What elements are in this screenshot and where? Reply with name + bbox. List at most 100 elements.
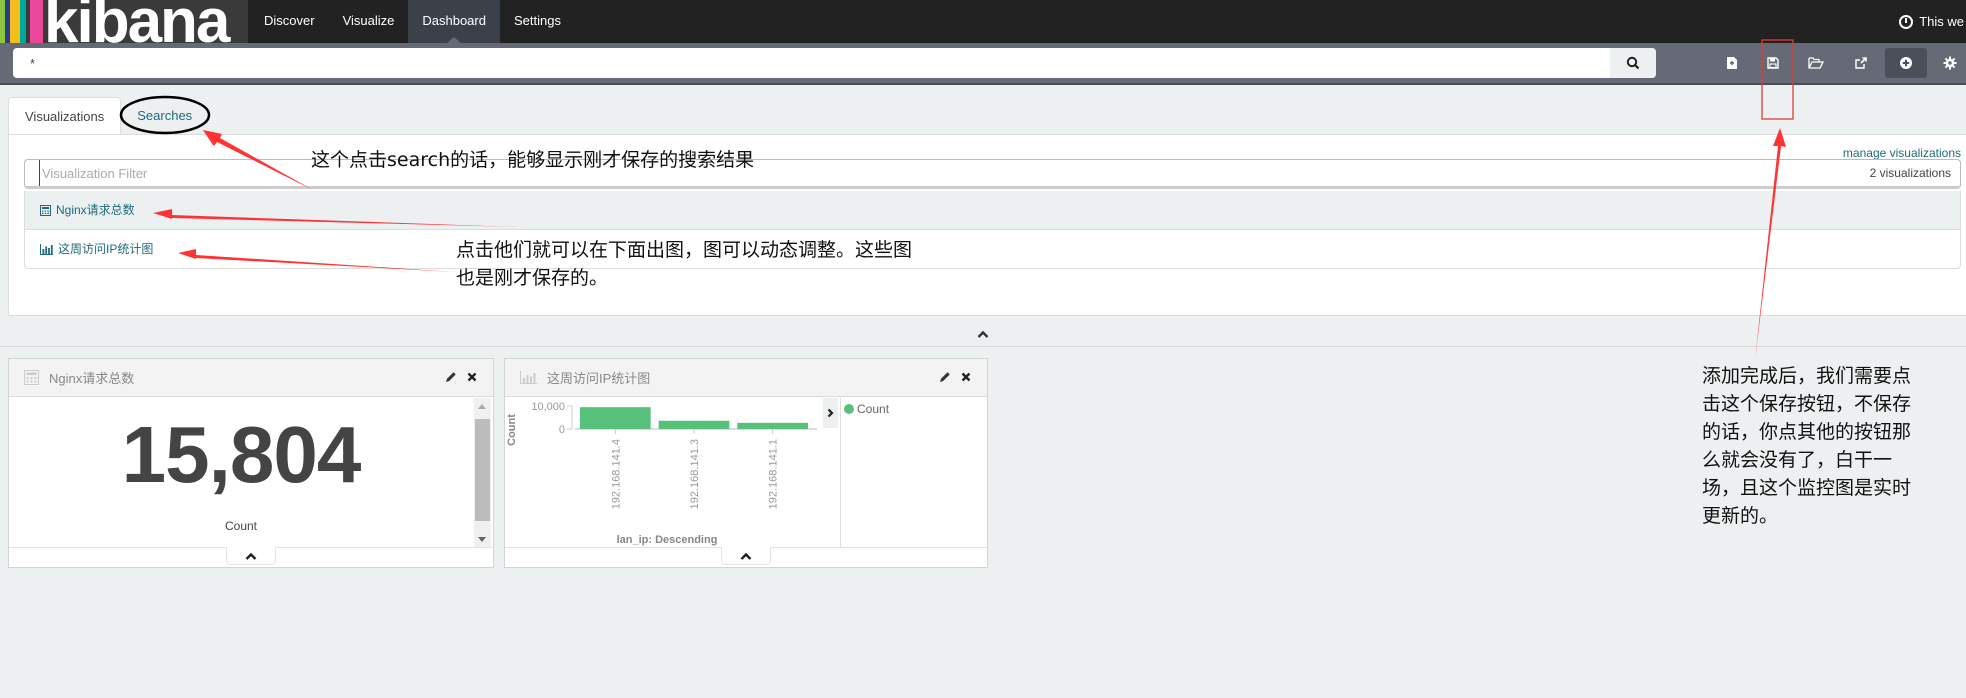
external-link-icon	[1855, 57, 1867, 69]
manage-visualizations-link[interactable]: manage visualizations	[1843, 146, 1961, 160]
expand-panel-button[interactable]	[226, 547, 276, 565]
y-axis: 0 10,000	[531, 401, 573, 436]
nav-discover[interactable]: Discover	[250, 0, 329, 43]
list-item-label: Nginx请求总数	[56, 202, 135, 217]
timepicker-label: This we	[1919, 14, 1964, 29]
nav-settings[interactable]: Settings	[500, 0, 575, 43]
expand-panel-button[interactable]	[721, 547, 771, 565]
calculator-icon	[40, 204, 51, 216]
top-nav: kibana Discover Visualize Dashboard Sett…	[0, 0, 1966, 43]
query-input[interactable]	[13, 48, 1651, 78]
folder-open-icon	[1808, 57, 1824, 69]
bar	[737, 422, 808, 429]
x-axis: 192.168.141.4 192.168.141.3 192.168.141.1	[575, 428, 817, 509]
bar-series	[580, 407, 808, 429]
collapse-picker-button[interactable]	[0, 322, 1966, 347]
annotation-line: 的话，你点其他的按钮那	[1702, 421, 1912, 443]
x-tick-label: 192.168.141.1	[768, 439, 780, 509]
bar-chart-icon	[40, 243, 53, 255]
x-axis-label: lan_ip: Descending	[617, 534, 718, 546]
main-nav: Discover Visualize Dashboard Settings	[250, 0, 575, 43]
bar	[580, 407, 651, 429]
annotation-save-note: 添加完成后，我们需要点 击这个保存按钮，不保存 的话，你点其他的按钮那 么就会没…	[1702, 362, 1962, 530]
list-item[interactable]: 这周访问IP统计图	[24, 230, 1961, 269]
annotation-line: 场，且这个监控图是实时	[1702, 477, 1912, 499]
metric-value: 15,804	[121, 410, 362, 499]
share-dashboard-button[interactable]	[1843, 48, 1879, 78]
annotation-line: 击这个保存按钮，不保存	[1702, 393, 1912, 415]
scroll-up-icon[interactable]	[478, 404, 486, 409]
clock-icon	[1899, 14, 1914, 29]
panel-scrollbar[interactable]	[474, 398, 491, 548]
tab-searches[interactable]: Searches	[121, 97, 208, 135]
panel-title: Nginx请求总数	[49, 371, 135, 386]
search-button[interactable]	[1610, 48, 1656, 78]
logo-wordmark: kibana	[44, 0, 230, 43]
pencil-icon[interactable]	[445, 371, 457, 383]
y-axis-label: Count	[506, 414, 518, 446]
visualization-list: Nginx请求总数 这周访问IP统计图	[24, 191, 1961, 269]
chevron-right-icon	[827, 408, 834, 418]
panel-title: 这周访问IP统计图	[547, 371, 651, 386]
annotation-line: 么就会没有了，白干一	[1702, 449, 1893, 471]
legend-item[interactable]: Count	[844, 402, 985, 416]
close-icon[interactable]	[961, 372, 971, 382]
chart-legend: Count	[840, 398, 988, 548]
y-tick-label: 0	[559, 424, 565, 436]
visualization-filter-input[interactable]	[39, 160, 1739, 186]
nav-dashboard[interactable]: Dashboard	[408, 0, 500, 43]
visualization-count: 2 visualizations	[1869, 166, 1951, 180]
tab-visualizations[interactable]: Visualizations	[8, 97, 122, 135]
plus-circle-icon	[1900, 57, 1912, 69]
y-tick-label: 10,000	[531, 401, 565, 413]
panel-header: Nginx请求总数	[9, 359, 493, 397]
query-toolbar	[0, 43, 1966, 85]
chevron-up-icon	[740, 552, 752, 560]
bar-chart: Count 0 10,000 192.168.141.4 192.168.141.3…	[506, 401, 817, 546]
annotation-line: 更新的。	[1702, 505, 1779, 527]
annotation-line: 添加完成后，我们需要点	[1702, 365, 1912, 387]
search-icon	[1626, 56, 1640, 70]
timepicker[interactable]: This we	[1899, 0, 1966, 43]
save-icon	[1767, 57, 1779, 69]
scroll-down-icon[interactable]	[478, 537, 486, 542]
close-icon[interactable]	[467, 372, 477, 382]
picker-body: manage visualizations 2 visualizations N…	[8, 134, 1966, 316]
legend-color-dot	[844, 404, 854, 414]
bar-chart-icon	[520, 371, 537, 384]
x-tick-label: 192.168.141.3	[689, 439, 701, 509]
options-button[interactable]	[1932, 48, 1966, 78]
chevron-up-icon	[245, 552, 257, 560]
legend-item-label: Count	[857, 402, 890, 416]
pencil-icon[interactable]	[939, 371, 951, 383]
list-item-label: 这周访问IP统计图	[58, 241, 154, 256]
panel-footer	[505, 547, 987, 567]
panel-footer	[9, 547, 493, 567]
list-item[interactable]: Nginx请求总数	[24, 191, 1961, 230]
legend-toggle-button[interactable]	[823, 398, 838, 428]
x-tick-label: 192.168.141.4	[610, 439, 622, 509]
dashboard-panel-metric: Nginx请求总数 15,804 Count	[8, 358, 494, 568]
new-dashboard-button[interactable]	[1714, 48, 1750, 78]
add-visualization-button[interactable]	[1885, 48, 1927, 78]
nav-visualize[interactable]: Visualize	[329, 0, 409, 43]
chevron-up-icon	[977, 330, 989, 338]
scrollbar-thumb[interactable]	[475, 419, 490, 521]
bar	[658, 420, 730, 429]
logo-stripe	[30, 0, 43, 43]
query-bar	[13, 48, 1656, 78]
kibana-logo[interactable]: kibana	[0, 0, 248, 43]
panel-header: 这周访问IP统计图	[505, 359, 987, 397]
metric-label: Count	[224, 519, 258, 533]
annotation-list-note-line1: 点击他们就可以在下面出图，图可以动态调整。这些图	[456, 239, 913, 261]
visualization-picker: Visualizations Searches manage visualiza…	[8, 97, 1966, 319]
new-file-icon	[1727, 57, 1737, 69]
picker-tabs: Visualizations Searches	[8, 97, 208, 135]
calculator-icon	[24, 370, 39, 385]
dashboard-panel-bar-chart: 这周访问IP统计图 Count 0 10,000 192.168.141.4 192…	[504, 358, 988, 568]
save-dashboard-button[interactable]	[1755, 48, 1791, 78]
annotation-list-note-line2: 也是刚才保存的。	[456, 267, 609, 289]
gear-icon	[1943, 56, 1957, 70]
annotation-searches-note: 这个点击search的话，能够显示刚才保存的搜索结果	[311, 149, 755, 171]
load-dashboard-button[interactable]	[1798, 48, 1834, 78]
